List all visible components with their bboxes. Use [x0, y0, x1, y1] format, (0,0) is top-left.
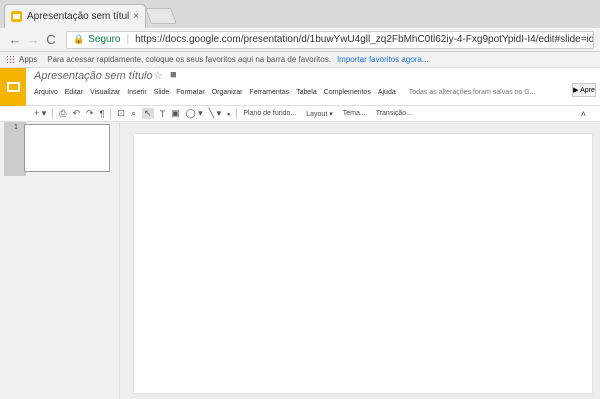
tab-close-icon[interactable]: ×: [133, 11, 139, 22]
folder-icon[interactable]: ■: [170, 69, 177, 81]
menu-ferramentas[interactable]: Ferramentas: [249, 89, 289, 96]
zoom-fit-icon[interactable]: ⊡: [117, 108, 125, 119]
shape-icon[interactable]: ◯ ▾: [186, 108, 203, 119]
theme-button[interactable]: Tema...: [343, 110, 366, 117]
forward-icon[interactable]: →: [24, 32, 42, 47]
slide-thumbnail[interactable]: [24, 124, 110, 172]
menu-complementos[interactable]: Complementos: [324, 89, 371, 96]
menu-slide[interactable]: Slide: [154, 89, 170, 96]
paint-format-icon[interactable]: ¶: [100, 109, 105, 119]
menu-ajuda[interactable]: Ajuda: [378, 89, 396, 96]
docs-header: Apresentação sem título ☆ ■ Arquivo Edit…: [0, 68, 600, 106]
apps-label[interactable]: Apps: [19, 55, 37, 64]
transition-button[interactable]: Transição...: [376, 110, 412, 117]
browser-tab-strip: Apresentação sem título ×: [0, 0, 600, 28]
reload-icon[interactable]: C: [42, 32, 60, 47]
menu-editar[interactable]: Editar: [65, 89, 83, 96]
layout-button[interactable]: Layout ▾: [306, 110, 332, 118]
comment-icon[interactable]: ▪: [227, 109, 230, 119]
toolbar-divider: [236, 108, 238, 119]
browser-toolbar: ← → C 🔒 Seguro | https://docs.google.com…: [0, 28, 600, 52]
browser-tab[interactable]: Apresentação sem título ×: [4, 4, 146, 28]
present-button[interactable]: ▶ Apre: [572, 83, 596, 97]
toolbar-divider: [52, 108, 54, 119]
select-cursor-icon[interactable]: ↖: [142, 108, 154, 119]
background-button[interactable]: Plano de fundo...: [243, 110, 296, 117]
menu-bar: Arquivo Editar Visualizar Inserir Slide …: [34, 89, 543, 96]
editing-toolbar: + ▾ ⎙ ↶ ↷ ¶ ⊡ ⌕ ↖ T ▣ ◯ ▾ ╲ ▾ ▪ Plano de…: [0, 106, 600, 122]
bookmarks-bar: Apps Para acessar rapidamente, coloque o…: [0, 52, 600, 68]
menu-organizar[interactable]: Organizar: [212, 89, 243, 96]
lock-icon: 🔒: [73, 34, 85, 44]
star-icon[interactable]: ☆: [153, 69, 163, 82]
new-slide-plus-icon[interactable]: + ▾: [34, 108, 46, 119]
undo-icon[interactable]: ↶: [72, 108, 80, 119]
url-separator: |: [126, 34, 130, 45]
zoom-icon[interactable]: ⌕: [131, 108, 136, 119]
slide-filmstrip: 1: [0, 122, 120, 399]
document-title[interactable]: Apresentação sem título: [34, 70, 153, 82]
tab-title: Apresentação sem título: [27, 11, 130, 22]
redo-icon[interactable]: ↷: [86, 108, 94, 119]
menu-formatar[interactable]: Formatar: [176, 89, 204, 96]
slide-canvas[interactable]: [134, 134, 592, 393]
import-bookmarks-link[interactable]: Importar favoritos agora...: [337, 55, 429, 64]
menu-arquivo[interactable]: Arquivo: [34, 89, 58, 96]
new-tab-button[interactable]: [145, 8, 177, 24]
line-icon[interactable]: ╲ ▾: [209, 108, 221, 119]
image-icon[interactable]: ▣: [171, 108, 180, 119]
bookmarks-prompt: Para acessar rapidamente, coloque os seu…: [47, 55, 331, 64]
toolbar-divider: [110, 108, 112, 119]
slides-favicon-icon: [11, 11, 22, 22]
address-bar[interactable]: 🔒 Seguro | https://docs.google.com/prese…: [66, 30, 594, 49]
menu-tabela[interactable]: Tabela: [296, 89, 317, 96]
editor-workspace: 1: [0, 122, 600, 399]
menu-visualizar[interactable]: Visualizar: [90, 89, 120, 96]
back-icon[interactable]: ←: [6, 32, 24, 47]
apps-grid-icon[interactable]: [6, 55, 15, 64]
collapse-chevron-up-icon[interactable]: ˄: [581, 109, 586, 119]
url-text[interactable]: https://docs.google.com/presentation/d/1…: [135, 34, 593, 45]
print-icon[interactable]: ⎙: [59, 108, 66, 119]
slide-number: 1: [14, 124, 18, 131]
menu-inserir[interactable]: Inserir: [127, 89, 146, 96]
secure-label: Seguro: [88, 34, 121, 45]
text-box-icon[interactable]: T: [160, 109, 166, 119]
slides-logo-icon[interactable]: [0, 68, 26, 106]
saved-status[interactable]: Todas as alterações foram salvas no G...: [409, 89, 536, 96]
